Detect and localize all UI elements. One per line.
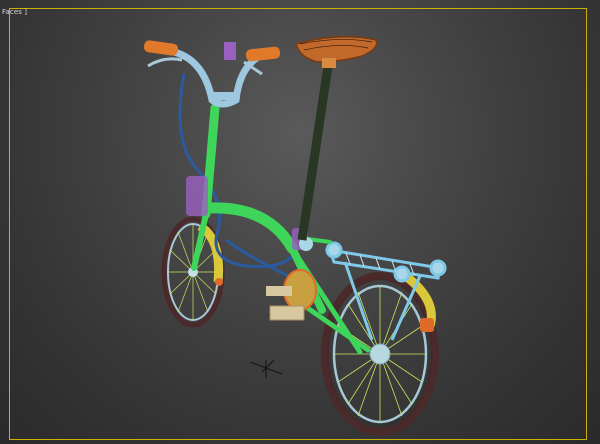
saddle	[295, 36, 378, 68]
bell	[224, 42, 236, 60]
rear-fender-tip	[420, 318, 434, 332]
left-grip	[143, 40, 179, 56]
left-brake-lever	[147, 57, 183, 68]
right-grip	[245, 46, 281, 62]
bicycle-model[interactable]	[0, 0, 600, 444]
pivot-gizmo-icon	[249, 359, 283, 378]
front-fender-tip	[215, 278, 223, 286]
crankset	[266, 269, 317, 321]
seatpost	[297, 65, 333, 241]
rear-wheel	[321, 272, 439, 436]
3d-viewport[interactable]: Faces ]	[0, 0, 600, 444]
hinge-clamp	[186, 176, 208, 216]
